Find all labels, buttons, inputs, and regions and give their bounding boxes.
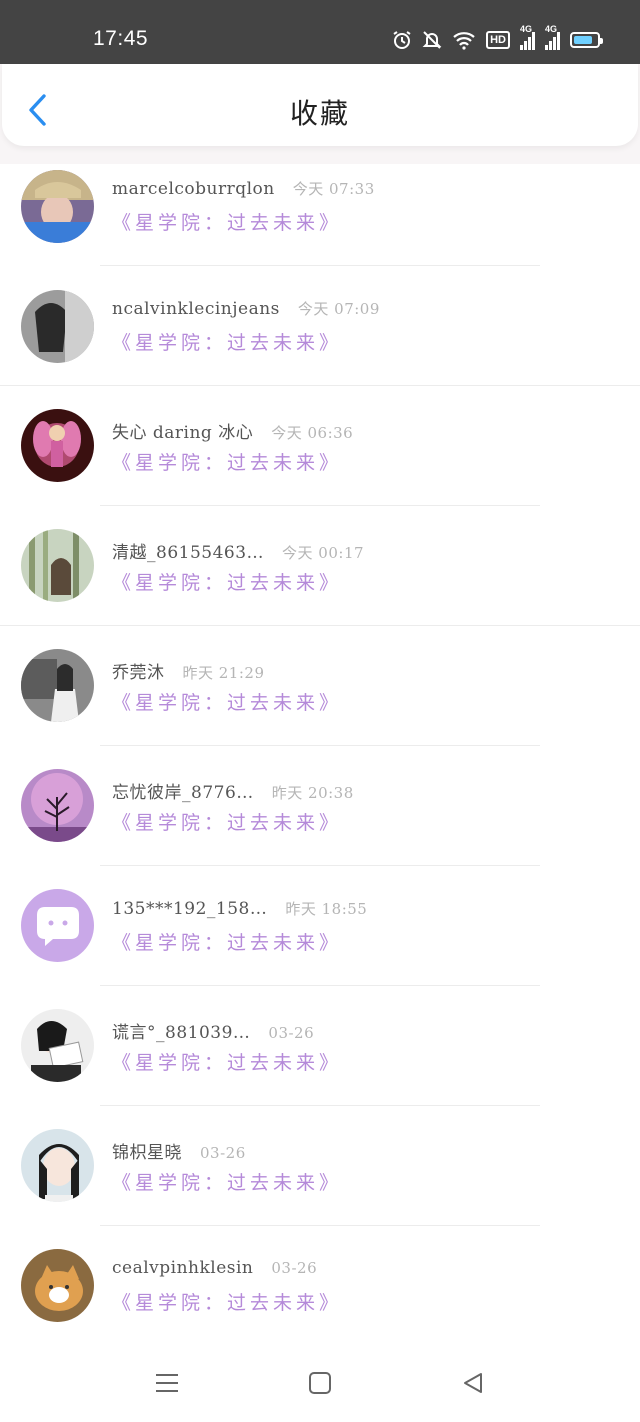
list-item[interactable]: 135***192_158… 昨天 18:55 《星学院：过去未来》 bbox=[0, 866, 640, 986]
network-type-label: 4G bbox=[545, 24, 558, 34]
signal-icon: 4G bbox=[545, 24, 560, 50]
mute-bell-icon bbox=[422, 30, 442, 50]
wifi-icon bbox=[452, 30, 476, 50]
timestamp: 今天 00:17 bbox=[282, 544, 365, 562]
timestamp: 03-26 bbox=[268, 1024, 315, 1042]
signal-icon: 4G bbox=[520, 24, 535, 50]
work-title[interactable]: 《星学院：过去未来》 bbox=[112, 1288, 342, 1315]
timestamp: 03-26 bbox=[200, 1144, 246, 1162]
system-nav-bar bbox=[0, 1342, 640, 1422]
list-item[interactable]: 失心 daring 冰心 今天 06:36 《星学院：过去未来》 bbox=[0, 386, 640, 506]
username: 谎言°_881039… bbox=[112, 1023, 251, 1043]
item-header: 忘忧彼岸_8776… 昨天 20:38 bbox=[112, 778, 354, 803]
timestamp: 昨天 20:38 bbox=[271, 784, 354, 802]
page-title: 收藏 bbox=[289, 97, 350, 130]
hd-icon: HD bbox=[486, 31, 510, 49]
list-item[interactable]: 清越_86155463… 今天 00:17 《星学院：过去未来》 bbox=[0, 506, 640, 626]
timestamp: 今天 06:36 bbox=[271, 424, 354, 442]
timestamp: 今天 07:33 bbox=[292, 180, 375, 198]
status-bar: 17:45 HD 4G 4G bbox=[0, 0, 640, 64]
username: 乔莞沐 bbox=[112, 663, 165, 683]
username: ncalvinklecinjeans bbox=[112, 299, 280, 319]
work-title[interactable]: 《星学院：过去未来》 bbox=[112, 808, 342, 835]
menu-button[interactable] bbox=[152, 1368, 182, 1398]
work-title[interactable]: 《星学院：过去未来》 bbox=[112, 1168, 342, 1195]
username: 锦枳星晓 bbox=[112, 1143, 182, 1163]
item-header: 失心 daring 冰心 今天 06:36 bbox=[112, 418, 353, 443]
list-item[interactable]: 锦枳星晓 03-26 《星学院：过去未来》 bbox=[0, 1106, 640, 1226]
username: cealvpinhklesin bbox=[112, 1258, 254, 1278]
list-item[interactable]: 忘忧彼岸_8776… 昨天 20:38 《星学院：过去未来》 bbox=[0, 746, 640, 866]
list-item[interactable]: marcelcoburrqlon 今天 07:33 《星学院：过去未来》 bbox=[0, 164, 640, 266]
back-triangle-icon bbox=[464, 1373, 482, 1393]
item-header: ncalvinklecinjeans 今天 07:09 bbox=[112, 298, 380, 319]
status-icons: HD 4G 4G bbox=[392, 24, 603, 52]
timestamp: 昨天 21:29 bbox=[182, 664, 265, 682]
avatar[interactable] bbox=[21, 1009, 94, 1082]
item-header: 135***192_158… 昨天 18:55 bbox=[112, 898, 367, 919]
avatar[interactable] bbox=[21, 649, 94, 722]
work-title[interactable]: 《星学院：过去未来》 bbox=[112, 328, 342, 355]
item-header: 清越_86155463… 今天 00:17 bbox=[112, 538, 364, 563]
list-item[interactable]: 乔莞沐 昨天 21:29 《星学院：过去未来》 bbox=[0, 626, 640, 746]
avatar[interactable] bbox=[21, 1249, 94, 1322]
username: 忘忧彼岸_8776… bbox=[112, 783, 254, 803]
work-title[interactable]: 《星学院：过去未来》 bbox=[112, 688, 342, 715]
list-item[interactable]: 谎言°_881039… 03-26 《星学院：过去未来》 bbox=[0, 986, 640, 1106]
work-title[interactable]: 《星学院：过去未来》 bbox=[112, 448, 342, 475]
avatar[interactable] bbox=[21, 889, 94, 962]
item-header: marcelcoburrqlon 今天 07:33 bbox=[112, 178, 375, 199]
avatar[interactable] bbox=[21, 769, 94, 842]
list-item[interactable]: cealvpinhklesin 03-26 《星学院：过去未来》 bbox=[0, 1226, 640, 1346]
timestamp: 昨天 18:55 bbox=[285, 900, 368, 918]
status-time: 17:45 bbox=[93, 27, 149, 50]
timestamp: 今天 07:09 bbox=[297, 300, 380, 318]
menu-icon bbox=[156, 1374, 178, 1392]
network-type-label: 4G bbox=[520, 24, 533, 34]
avatar[interactable] bbox=[21, 529, 94, 602]
item-header: 锦枳星晓 03-26 bbox=[112, 1138, 246, 1163]
list-item[interactable]: ncalvinklecinjeans 今天 07:09 《星学院：过去未来》 bbox=[0, 266, 640, 386]
work-title[interactable]: 《星学院：过去未来》 bbox=[112, 568, 342, 595]
work-title[interactable]: 《星学院：过去未来》 bbox=[112, 928, 342, 955]
header: 收藏 bbox=[0, 64, 640, 164]
work-title[interactable]: 《星学院：过去未来》 bbox=[112, 1048, 342, 1075]
avatar[interactable] bbox=[21, 409, 94, 482]
avatar[interactable] bbox=[21, 170, 94, 243]
header-card: 收藏 bbox=[2, 64, 638, 146]
item-header: 谎言°_881039… 03-26 bbox=[112, 1018, 314, 1043]
item-header: cealvpinhklesin 03-26 bbox=[112, 1258, 317, 1278]
item-header: 乔莞沐 昨天 21:29 bbox=[112, 658, 265, 683]
favorites-list: marcelcoburrqlon 今天 07:33 《星学院：过去未来》 nca… bbox=[0, 164, 640, 1346]
home-button[interactable] bbox=[305, 1368, 335, 1398]
home-square-icon bbox=[309, 1372, 331, 1394]
username: 135***192_158… bbox=[112, 899, 268, 919]
alarm-icon bbox=[392, 30, 412, 50]
back-nav-button[interactable] bbox=[458, 1368, 488, 1398]
avatar[interactable] bbox=[21, 1129, 94, 1202]
timestamp: 03-26 bbox=[271, 1259, 318, 1277]
username: marcelcoburrqlon bbox=[112, 179, 275, 199]
username: 失心 daring 冰心 bbox=[112, 423, 254, 443]
username: 清越_86155463… bbox=[112, 543, 265, 563]
battery-icon bbox=[570, 32, 603, 48]
work-title[interactable]: 《星学院：过去未来》 bbox=[112, 208, 342, 235]
avatar[interactable] bbox=[21, 290, 94, 363]
